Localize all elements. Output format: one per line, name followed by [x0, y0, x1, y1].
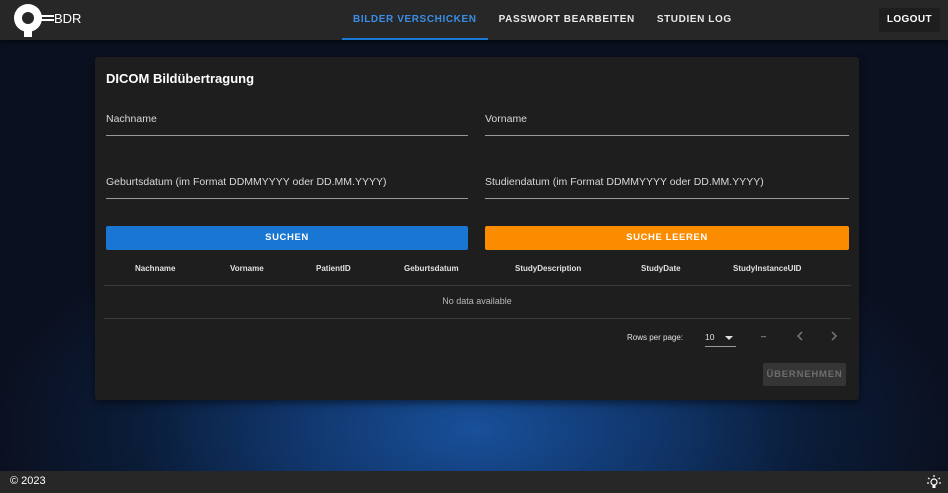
vorname-field[interactable]: Vorname	[485, 113, 849, 136]
table-header-divider	[104, 285, 851, 286]
column-header-studydescription[interactable]: StudyDescription	[515, 264, 581, 273]
clear-search-button[interactable]: SUCHE LEEREN	[485, 226, 849, 250]
tab-passwort-bearbeiten[interactable]: PASSWORT BEARBEITEN	[488, 0, 646, 40]
caret-down-icon	[725, 336, 733, 340]
lightbulb-icon[interactable]	[926, 474, 942, 490]
copyright-text: © 2023	[10, 475, 46, 487]
rows-per-page-label: Rows per page:	[627, 333, 684, 342]
studiendatum-field[interactable]: Studiendatum (im Format DDMMYYYY oder DD…	[485, 176, 849, 199]
table-footer-divider	[104, 318, 851, 319]
app-bar: BDR BILDER VERSCHICKEN PASSWORT BEARBEIT…	[0, 0, 948, 40]
vorname-label: Vorname	[485, 113, 528, 125]
footer: © 2023	[0, 471, 948, 493]
dicom-transfer-card: DICOM Bildübertragung Nachname Vorname G…	[95, 57, 859, 400]
apply-button[interactable]: ÜBERNEHMEN	[763, 363, 846, 386]
nav-tabs: BILDER VERSCHICKEN PASSWORT BEARBEITEN S…	[342, 0, 743, 40]
nachname-label: Nachname	[106, 113, 157, 125]
column-header-patientid[interactable]: PatientID	[316, 264, 351, 273]
tab-studien-log[interactable]: STUDIEN LOG	[646, 0, 743, 40]
studiendatum-label: Studiendatum (im Format DDMMYYYY oder DD…	[485, 176, 764, 188]
column-header-studydate[interactable]: StudyDate	[641, 264, 681, 273]
nachname-field[interactable]: Nachname	[106, 113, 468, 136]
geburtsdatum-label: Geburtsdatum (im Format DDMMYYYY oder DD…	[106, 176, 387, 188]
search-button[interactable]: SUCHEN	[106, 226, 468, 250]
brand-text: BDR	[54, 11, 82, 26]
column-header-studyinstanceuid[interactable]: StudyInstanceUID	[733, 264, 801, 273]
logout-button[interactable]: LOGOUT	[878, 8, 940, 32]
chevron-left-icon[interactable]	[793, 328, 807, 344]
geburtsdatum-field[interactable]: Geburtsdatum (im Format DDMMYYYY oder DD…	[106, 176, 468, 199]
card-title: DICOM Bildübertragung	[106, 71, 255, 86]
column-header-geburtsdatum[interactable]: Geburtsdatum	[404, 264, 459, 273]
empty-table-message: No data available	[442, 296, 512, 306]
rows-per-page-select[interactable]: 10	[705, 329, 736, 347]
rows-per-page-value: 10	[705, 332, 715, 342]
chevron-right-icon[interactable]	[827, 328, 841, 344]
column-header-vorname[interactable]: Vorname	[230, 264, 264, 273]
column-header-nachname[interactable]: Nachname	[135, 264, 175, 273]
tab-bilder-verschicken[interactable]: BILDER VERSCHICKEN	[342, 0, 488, 40]
pagination-range: –	[761, 331, 767, 341]
